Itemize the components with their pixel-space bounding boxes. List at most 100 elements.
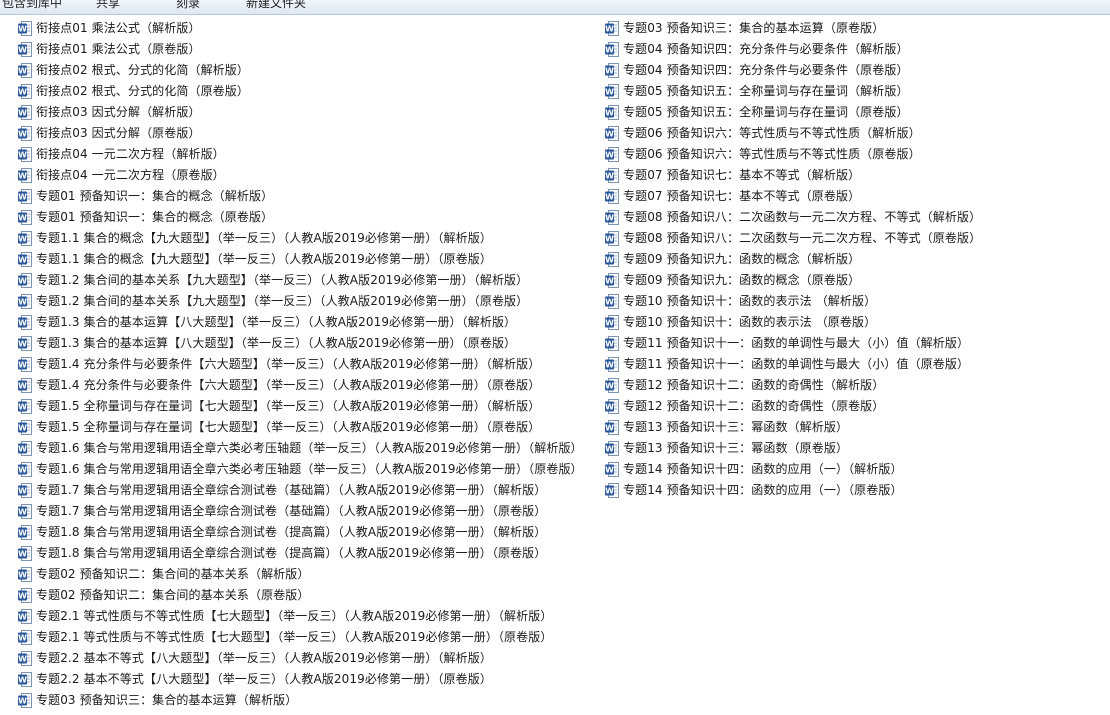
file-item[interactable]: W 专题1.7 集合与常用逻辑用语全章综合测试卷（基础篇）（人教A版2019必修第…: [18, 480, 583, 501]
file-item[interactable]: W 专题1.3 集合的基本运算【八大题型】（举一反三）（人教A版2019必修第一册…: [18, 333, 583, 354]
file-item[interactable]: W 专题11 预备知识十一：函数的单调性与最大（小）值（解析版）: [605, 333, 981, 354]
file-item[interactable]: W 衔接点01 乘法公式（解析版）: [18, 18, 583, 39]
file-name: 专题2.2 基本不等式【八大题型】（举一反三）（人教A版2019必修第一册）（原…: [36, 672, 492, 686]
word-doc-icon: W: [605, 420, 619, 435]
file-item[interactable]: W 专题14 预备知识十四：函数的应用（一）（解析版）: [605, 459, 981, 480]
file-name: 衔接点04 一元二次方程（解析版）: [36, 147, 225, 161]
file-item[interactable]: W 专题06 预备知识六：等式性质与不等式性质（解析版）: [605, 123, 981, 144]
toolbar-new-folder[interactable]: 新建文件夹: [246, 0, 306, 11]
file-name: 专题04 预备知识四：充分条件与必要条件（原卷版）: [623, 63, 909, 77]
file-item[interactable]: W 专题07 预备知识七：基本不等式（解析版）: [605, 165, 981, 186]
svg-text:W: W: [18, 298, 27, 307]
file-item[interactable]: W 专题04 预备知识四：充分条件与必要条件（原卷版）: [605, 60, 981, 81]
file-item[interactable]: W 专题09 预备知识九：函数的概念（原卷版）: [605, 270, 981, 291]
file-item[interactable]: W 专题08 预备知识八：二次函数与一元二次方程、不等式（解析版）: [605, 207, 981, 228]
file-item[interactable]: W 专题1.2 集合间的基本关系【九大题型】（举一反三）（人教A版2019必修第一…: [18, 270, 583, 291]
file-item[interactable]: W 专题03 预备知识三：集合的基本运算（原卷版）: [605, 18, 981, 39]
file-item[interactable]: W 专题1.6 集合与常用逻辑用语全章六类必考压轴题（举一反三）（人教A版2019…: [18, 438, 583, 459]
file-item[interactable]: W 专题13 预备知识十三：幂函数（解析版）: [605, 417, 981, 438]
word-doc-icon: W: [18, 357, 32, 372]
word-doc-icon: W: [18, 42, 32, 57]
file-name: 专题1.8 集合与常用逻辑用语全章综合测试卷（提高篇）（人教A版2019必修第一…: [36, 546, 547, 560]
file-item[interactable]: W 专题1.5 全称量词与存在量词【七大题型】（举一反三）（人教A版2019必修第…: [18, 396, 583, 417]
file-item[interactable]: W 专题09 预备知识九：函数的概念（解析版）: [605, 249, 981, 270]
file-item[interactable]: W 专题01 预备知识一：集合的概念（原卷版）: [18, 207, 583, 228]
file-item[interactable]: W 专题03 预备知识三：集合的基本运算（解析版）: [18, 690, 583, 711]
svg-text:W: W: [18, 403, 27, 412]
svg-text:W: W: [18, 235, 27, 244]
file-item[interactable]: W 专题1.6 集合与常用逻辑用语全章六类必考压轴题（举一反三）（人教A版2019…: [18, 459, 583, 480]
file-item[interactable]: W 专题05 预备知识五：全称量词与存在量词（解析版）: [605, 81, 981, 102]
word-doc-icon: W: [18, 441, 32, 456]
file-item[interactable]: W 专题1.7 集合与常用逻辑用语全章综合测试卷（基础篇）（人教A版2019必修第…: [18, 501, 583, 522]
word-doc-icon: W: [605, 84, 619, 99]
file-item[interactable]: W 专题10 预备知识十：函数的表示法 （解析版）: [605, 291, 981, 312]
svg-text:W: W: [605, 403, 614, 412]
file-item[interactable]: W 专题1.4 充分条件与必要条件【六大题型】（举一反三）（人教A版2019必修第…: [18, 354, 583, 375]
file-item[interactable]: W 专题08 预备知识八：二次函数与一元二次方程、不等式（原卷版）: [605, 228, 981, 249]
svg-text:W: W: [605, 88, 614, 97]
file-name: 专题07 预备知识七：基本不等式（原卷版）: [623, 189, 861, 203]
file-item[interactable]: W 专题01 预备知识一：集合的概念（解析版）: [18, 186, 583, 207]
svg-text:W: W: [18, 193, 27, 202]
file-item[interactable]: W 专题07 预备知识七：基本不等式（原卷版）: [605, 186, 981, 207]
word-doc-icon: W: [18, 693, 32, 708]
word-doc-icon: W: [18, 273, 32, 288]
toolbar-share[interactable]: 共享: [96, 0, 120, 11]
file-item[interactable]: W 专题06 预备知识六：等式性质与不等式性质（原卷版）: [605, 144, 981, 165]
file-name: 专题08 预备知识八：二次函数与一元二次方程、不等式（解析版）: [623, 210, 982, 224]
file-item[interactable]: W 专题1.2 集合间的基本关系【九大题型】（举一反三）（人教A版2019必修第一…: [18, 291, 583, 312]
svg-text:W: W: [18, 529, 27, 538]
file-item[interactable]: W 专题1.8 集合与常用逻辑用语全章综合测试卷（提高篇）（人教A版2019必修第…: [18, 522, 583, 543]
file-item[interactable]: W 衔接点03 因式分解（原卷版）: [18, 123, 583, 144]
file-name: 专题2.2 基本不等式【八大题型】（举一反三）（人教A版2019必修第一册）（解…: [36, 651, 492, 665]
file-item[interactable]: W 专题2.2 基本不等式【八大题型】（举一反三）（人教A版2019必修第一册）（…: [18, 648, 583, 669]
file-item[interactable]: W 专题04 预备知识四：充分条件与必要条件（解析版）: [605, 39, 981, 60]
file-item[interactable]: W 专题1.1 集合的概念【九大题型】（举一反三）（人教A版2019必修第一册）（…: [18, 228, 583, 249]
file-item[interactable]: W 衔接点01 乘法公式（原卷版）: [18, 39, 583, 60]
file-item[interactable]: W 专题12 预备知识十二：函数的奇偶性（解析版）: [605, 375, 981, 396]
file-item[interactable]: W 专题11 预备知识十一：函数的单调性与最大（小）值（原卷版）: [605, 354, 981, 375]
file-item[interactable]: W 衔接点03 因式分解（解析版）: [18, 102, 583, 123]
file-item[interactable]: W 衔接点04 一元二次方程（原卷版）: [18, 165, 583, 186]
file-item[interactable]: W 衔接点02 根式、分式的化简（解析版）: [18, 60, 583, 81]
file-item[interactable]: W 专题1.5 全称量词与存在量词【七大题型】（举一反三）（人教A版2019必修第…: [18, 417, 583, 438]
file-item[interactable]: W 专题2.1 等式性质与不等式性质【七大题型】（举一反三）（人教A版2019必修…: [18, 606, 583, 627]
file-item[interactable]: W 衔接点04 一元二次方程（解析版）: [18, 144, 583, 165]
svg-text:W: W: [18, 130, 27, 139]
svg-text:W: W: [18, 550, 27, 559]
file-item[interactable]: W 专题10 预备知识十：函数的表示法 （原卷版）: [605, 312, 981, 333]
svg-text:W: W: [18, 655, 27, 664]
file-item[interactable]: W 专题02 预备知识二：集合间的基本关系（原卷版）: [18, 585, 583, 606]
file-name: 专题1.1 集合的概念【九大题型】（举一反三）（人教A版2019必修第一册）（解…: [36, 231, 492, 245]
file-item[interactable]: W 专题13 预备知识十三：幂函数（原卷版）: [605, 438, 981, 459]
file-item[interactable]: W 专题05 预备知识五：全称量词与存在量词（原卷版）: [605, 102, 981, 123]
file-item[interactable]: W 专题1.1 集合的概念【九大题型】（举一反三）（人教A版2019必修第一册）（…: [18, 249, 583, 270]
file-item[interactable]: W 专题02 预备知识二：集合间的基本关系（解析版）: [18, 564, 583, 585]
file-item[interactable]: W 专题1.4 充分条件与必要条件【六大题型】（举一反三）（人教A版2019必修第…: [18, 375, 583, 396]
toolbar-include-in-library[interactable]: 包含到库中: [2, 0, 62, 11]
file-item[interactable]: W 专题2.2 基本不等式【八大题型】（举一反三）（人教A版2019必修第一册）（…: [18, 669, 583, 690]
file-name: 专题1.3 集合的基本运算【八大题型】（举一反三）（人教A版2019必修第一册）…: [36, 336, 517, 350]
file-name: 专题1.4 充分条件与必要条件【六大题型】（举一反三）（人教A版2019必修第一…: [36, 378, 541, 392]
file-item[interactable]: W 专题14 预备知识十四：函数的应用（一）（原卷版）: [605, 480, 981, 501]
file-name: 专题1.2 集合间的基本关系【九大题型】（举一反三）（人教A版2019必修第一册…: [36, 273, 529, 287]
file-name: 专题12 预备知识十二：函数的奇偶性（原卷版）: [623, 399, 885, 413]
file-name: 专题1.6 集合与常用逻辑用语全章六类必考压轴题（举一反三）（人教A版2019必…: [36, 441, 583, 455]
file-item[interactable]: W 衔接点02 根式、分式的化简（原卷版）: [18, 81, 583, 102]
svg-text:W: W: [18, 256, 27, 265]
word-doc-icon: W: [18, 420, 32, 435]
word-doc-icon: W: [18, 588, 32, 603]
file-name: 专题01 预备知识一：集合的概念（原卷版）: [36, 210, 274, 224]
file-item[interactable]: W 专题2.1 等式性质与不等式性质【七大题型】（举一反三）（人教A版2019必修…: [18, 627, 583, 648]
svg-text:W: W: [18, 109, 27, 118]
file-item[interactable]: W 专题12 预备知识十二：函数的奇偶性（原卷版）: [605, 396, 981, 417]
svg-text:W: W: [605, 277, 614, 286]
file-item[interactable]: W 专题1.8 集合与常用逻辑用语全章综合测试卷（提高篇）（人教A版2019必修第…: [18, 543, 583, 564]
file-item[interactable]: W 专题1.3 集合的基本运算【八大题型】（举一反三）（人教A版2019必修第一册…: [18, 312, 583, 333]
svg-text:W: W: [605, 109, 614, 118]
file-name: 专题13 预备知识十三：幂函数（解析版）: [623, 420, 849, 434]
toolbar-burn[interactable]: 刻录: [176, 0, 200, 11]
file-name: 专题1.1 集合的概念【九大题型】（举一反三）（人教A版2019必修第一册）（原…: [36, 252, 492, 266]
file-name: 专题1.3 集合的基本运算【八大题型】（举一反三）（人教A版2019必修第一册）…: [36, 315, 517, 329]
